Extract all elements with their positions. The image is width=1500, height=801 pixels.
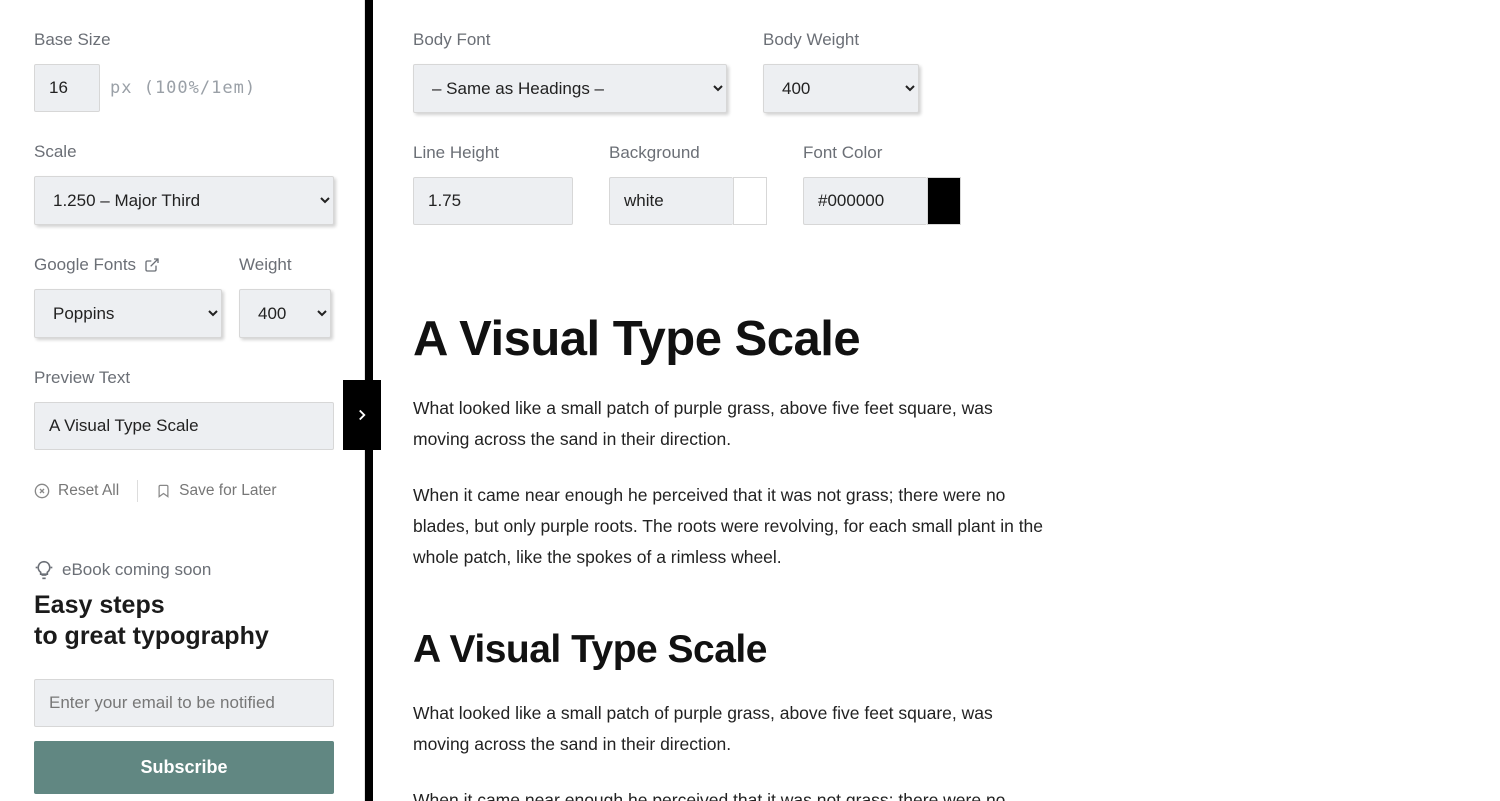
main-controls-row-2: Line Height Background Font Color [413, 143, 1500, 255]
background-input[interactable] [609, 177, 733, 225]
preview-para-1b: When it came near enough he perceived th… [413, 480, 1053, 572]
body-font-field: Body Font – Same as Headings – [413, 30, 727, 113]
base-size-label: Base Size [34, 30, 331, 50]
background-label: Background [609, 143, 767, 163]
scale-label: Scale [34, 142, 331, 162]
preview-block-1: A Visual Type Scale What looked like a s… [413, 311, 1053, 572]
scale-field: Scale 1.250 – Major Third [34, 142, 331, 225]
weight-label: Weight [239, 255, 331, 275]
preview-para-1a: What looked like a small patch of purple… [413, 393, 1053, 454]
reset-all-label: Reset All [58, 482, 119, 500]
sidebar: Base Size px (100%/1em) Scale 1.250 – Ma… [0, 0, 365, 801]
base-size-input[interactable] [34, 64, 100, 112]
main-controls-row-1: Body Font – Same as Headings – Body Weig… [413, 0, 1500, 143]
google-fonts-select[interactable]: Poppins [34, 289, 222, 338]
ebook-title: Easy steps to great typography [34, 590, 331, 653]
font-color-label: Font Color [803, 143, 961, 163]
google-fonts-label: Google Fonts [34, 255, 136, 275]
font-row: Google Fonts Poppins Weight 400 [34, 255, 331, 338]
ebook-promo: eBook coming soon Easy steps to great ty… [34, 560, 331, 794]
body-font-select[interactable]: – Same as Headings – [413, 64, 727, 113]
action-separator [137, 480, 138, 502]
preview-heading-1: A Visual Type Scale [413, 311, 1053, 367]
reset-all-button[interactable]: Reset All [34, 482, 119, 500]
preview-para-2b: When it came near enough he perceived th… [413, 785, 1053, 801]
body-weight-select[interactable]: 400 [763, 64, 919, 113]
font-color-input[interactable] [803, 177, 927, 225]
line-height-label: Line Height [413, 143, 573, 163]
base-size-hint: px (100%/1em) [110, 78, 256, 98]
line-height-input[interactable] [413, 177, 573, 225]
background-field: Background [609, 143, 767, 225]
preview-para-2a: What looked like a small patch of purple… [413, 698, 1053, 759]
weight-select[interactable]: 400 [239, 289, 331, 338]
scale-select[interactable]: 1.250 – Major Third [34, 176, 334, 225]
subscribe-button[interactable]: Subscribe [34, 741, 334, 794]
ebook-title-line1: Easy steps [34, 591, 165, 619]
base-size-field: Base Size px (100%/1em) [34, 30, 331, 112]
line-height-field: Line Height [413, 143, 573, 225]
font-color-field: Font Color [803, 143, 961, 225]
sidebar-actions: Reset All Save for Later [34, 480, 331, 502]
preview-block-2: A Visual Type Scale What looked like a s… [413, 628, 1053, 801]
preview-text-label: Preview Text [34, 368, 331, 388]
email-input[interactable] [34, 679, 334, 727]
font-color-swatch[interactable] [927, 177, 961, 225]
lightbulb-icon [34, 560, 54, 580]
chevron-right-icon [353, 401, 371, 429]
ebook-title-line2: to great typography [34, 622, 269, 650]
collapse-button[interactable] [343, 380, 381, 450]
save-for-later-button[interactable]: Save for Later [156, 482, 276, 500]
external-link-icon[interactable] [144, 257, 160, 273]
close-circle-icon [34, 483, 50, 499]
preview-text-field: Preview Text [34, 368, 331, 450]
body-weight-field: Body Weight 400 [763, 30, 919, 113]
body-weight-label: Body Weight [763, 30, 919, 50]
background-swatch[interactable] [733, 177, 767, 225]
save-for-later-label: Save for Later [179, 482, 276, 500]
body-font-label: Body Font [413, 30, 727, 50]
main-panel: Body Font – Same as Headings – Body Weig… [373, 0, 1500, 801]
panel-divider[interactable] [365, 0, 373, 801]
bookmark-icon [156, 483, 171, 499]
preview-text-input[interactable] [34, 402, 334, 450]
preview-heading-2: A Visual Type Scale [413, 628, 1053, 672]
ebook-eyebrow-text: eBook coming soon [62, 560, 211, 580]
